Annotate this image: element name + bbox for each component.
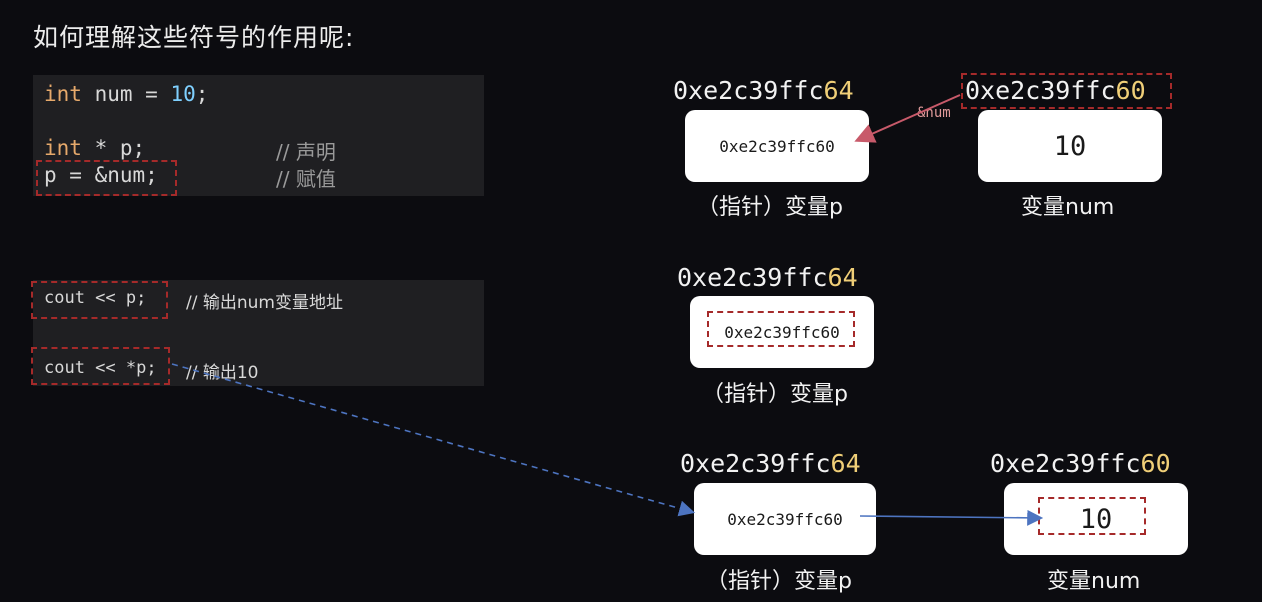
arrow-pointer-to-num [859, 509, 1044, 526]
arrow-address-of [854, 94, 961, 143]
arrows-overlay [171, 94, 1044, 526]
arrow-dereference-dashed [171, 363, 696, 517]
